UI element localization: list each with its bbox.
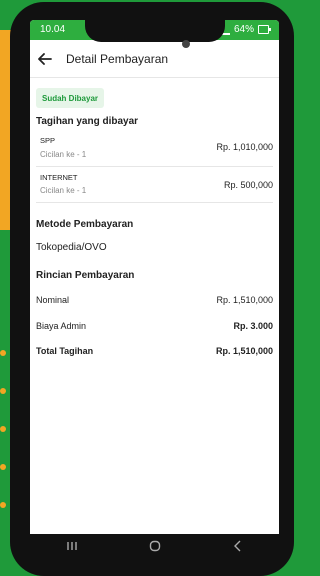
page-title: Detail Pembayaran [66,51,169,66]
bill-item-amount: Rp. 500,000 [223,180,273,190]
total-label: Total Tagihan [36,346,94,356]
back-nav-icon[interactable] [226,538,250,554]
dot [0,388,6,394]
status-indicators: 64% [219,24,271,35]
total-value: Rp. 1,510,000 [215,346,273,356]
nominal-label: Nominal [36,295,70,305]
nominal-value: Rp. 1,510,000 [216,295,273,305]
bill-item-amount: Rp. 1,010,000 [216,142,273,152]
camera-notch [85,20,225,42]
arrow-left-icon[interactable] [38,52,52,66]
bills-section-title: Tagihan yang dibayar [36,116,139,127]
payment-method-value: Tokopedia/OVO [36,242,107,253]
status-badge: Sudah Dibayar [36,88,105,108]
status-time: 10.04 [40,24,66,35]
admin-fee-value: Rp. 3.000 [233,321,273,331]
recent-apps-icon[interactable] [60,538,84,554]
dot [0,426,6,432]
app-screen: 10.04 64% Detail Pembayaran Sudah Dibaya… [30,20,279,534]
home-icon[interactable] [143,538,167,554]
admin-fee-label: Biaya Admin [36,321,87,331]
payment-method-title: Metode Pembayaran [36,219,134,230]
dot [0,502,6,508]
bill-item-installment: Cicilan ke - 1 [40,150,87,159]
battery-icon [258,25,271,34]
system-nav-bar [30,534,279,558]
dot [0,464,6,470]
decorative-dots [0,350,8,540]
bill-item-name: SPP [40,136,56,145]
app-header: Detail Pembayaran [30,40,279,78]
bill-item-installment: Cicilan ke - 1 [40,186,87,195]
details-section-title: Rincian Pembayaran [36,270,135,281]
divider [36,166,273,167]
divider [36,202,273,203]
battery-percent: 64% [233,24,254,35]
dot [0,350,6,356]
bill-item-name: INTERNET [40,173,78,182]
